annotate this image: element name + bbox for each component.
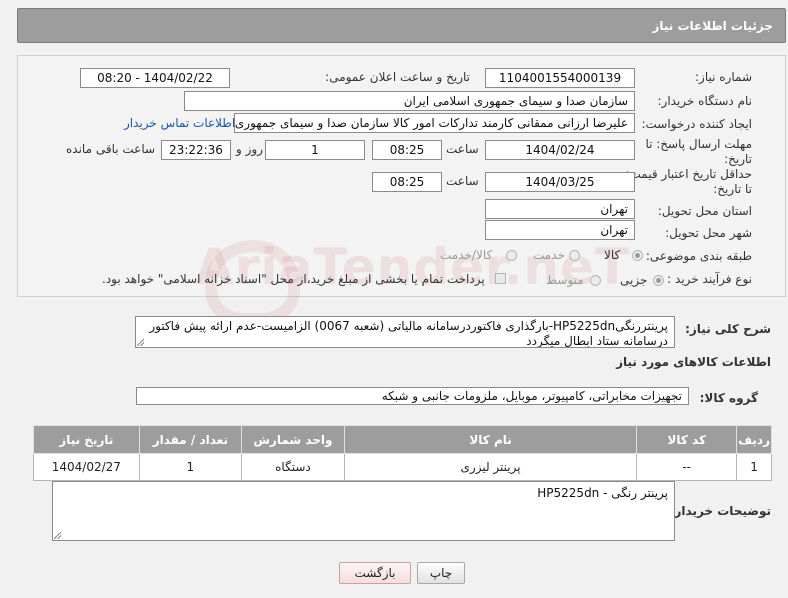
category-radio-goods-service[interactable] (506, 250, 517, 261)
description-label: شرح کلی نیاز: (685, 322, 771, 336)
category-radio-goods[interactable] (632, 250, 643, 261)
process-radio-minor[interactable] (653, 275, 664, 286)
col-need-date: تاریخ نیاز (33, 425, 140, 454)
cell-goods-name: پرینتر لیزری (343, 453, 638, 481)
goods-table-header: ردیف کد کالا نام کالا واحد شمارش تعداد /… (33, 425, 772, 454)
reply-deadline-time-field: 08:25 (372, 140, 442, 160)
treasury-payment-note: پرداخت تمام یا بخشی از مبلغ خرید،از محل … (102, 272, 485, 286)
col-unit: واحد شمارش (241, 425, 345, 454)
col-goods-code: کد کالا (636, 425, 738, 454)
price-validity-label: حداقل تاریخ اعتبار قیمت: (625, 167, 752, 181)
remaining-time-field: 23:22:36 (161, 140, 231, 160)
price-validity-time-field: 08:25 (372, 172, 442, 192)
print-button[interactable]: چاپ (417, 562, 465, 584)
cell-row-number: 1 (736, 453, 772, 481)
process-radio-medium[interactable] (590, 275, 601, 286)
province-field: تهران (485, 199, 635, 219)
process-label: نوع فرآیند خرید : (667, 272, 752, 286)
reply-deadline-time-label: ساعت (446, 142, 479, 156)
description-textarea[interactable]: پرینتررنگیHP5225dn-بارگذاری فاکتوردرساما… (135, 316, 675, 348)
announce-datetime-label: تاریخ و ساعت اعلان عمومی: (325, 70, 470, 84)
col-goods-name: نام کالا (343, 425, 638, 454)
buyer-notes-textarea[interactable]: پرینتر رنگی - HP5225dn (52, 481, 675, 541)
col-row-number: ردیف (736, 425, 772, 454)
buyer-notes-label: توضیحات خریدار: (669, 504, 771, 518)
need-number-field: 1104001554000139 (485, 68, 635, 88)
creator-field: علیرضا ارزانی ممقانی کارمند تدارکات امور… (234, 113, 635, 133)
remaining-time-label: ساعت باقی مانده (66, 142, 156, 156)
category-option-service: خدمت (533, 248, 565, 262)
goods-table: ردیف کد کالا نام کالا واحد شمارش تعداد /… (33, 425, 772, 481)
reply-deadline-label: مهلت ارسال پاسخ: تا (645, 137, 752, 151)
back-button[interactable]: بازگشت (339, 562, 411, 584)
need-number-label: شماره نیاز: (695, 70, 752, 84)
reply-deadline-date-field: 1404/02/24 (485, 140, 635, 160)
goods-group-label: گروه کالا: (699, 391, 758, 405)
cell-goods-code: -- (636, 453, 738, 481)
resize-grip-icon[interactable] (54, 532, 61, 539)
table-row: 1 -- پرینتر لیزری دستگاه 1 1404/02/27 (33, 453, 772, 481)
reply-deadline-label-date: تاریخ: (724, 152, 752, 166)
cell-quantity: 1 (138, 453, 243, 481)
resize-grip-icon[interactable] (137, 339, 144, 346)
treasury-payment-checkbox[interactable] (495, 273, 506, 284)
description-line-1: پرینتررنگیHP5225dn-بارگذاری فاکتوردرساما… (149, 319, 668, 333)
goods-group-field: تجهیزات مخابراتی، کامپیوتر، موبایل، ملزو… (136, 387, 689, 405)
buyer-notes-text: پرینتر رنگی - HP5225dn (537, 486, 668, 500)
remaining-days-field: 1 (265, 140, 365, 160)
page-title: جزئیات اطلاعات نیاز (17, 8, 786, 43)
price-validity-label-date: تا تاریخ: (713, 182, 752, 196)
buyer-contact-link[interactable]: اطلاعات تماس خریدار (124, 116, 235, 130)
category-label: طبقه بندی موضوعی: (645, 249, 752, 263)
days-label: روز و (236, 142, 263, 156)
process-option-minor: جزیی (620, 273, 648, 287)
price-validity-time-label: ساعت (446, 174, 479, 188)
category-option-goods-service: کالا/خدمت (440, 248, 493, 262)
price-validity-date-field: 1404/03/25 (485, 172, 635, 192)
process-option-medium: متوسط (546, 273, 584, 287)
province-label: استان محل تحویل: (657, 204, 752, 218)
goods-section-title: اطلاعات کالاهای مورد نیاز (616, 355, 771, 369)
city-field: تهران (485, 220, 635, 240)
buyer-org-field: سازمان صدا و سیمای جمهوری اسلامی ایران (184, 91, 635, 111)
category-radio-service[interactable] (569, 250, 580, 261)
description-line-2: درسامانه ستاد ابطال میگردد (526, 334, 668, 348)
buyer-org-label: نام دستگاه خریدار: (657, 94, 753, 108)
cell-unit: دستگاه (241, 453, 345, 481)
category-option-goods: کالا (604, 248, 621, 262)
city-label: شهر محل تحویل: (665, 226, 752, 240)
cell-need-date: 1404/02/27 (33, 453, 140, 481)
announce-datetime-field: 1404/02/22 - 08:20 (80, 68, 230, 88)
creator-label: ایجاد کننده درخواست: (641, 117, 752, 131)
col-quantity: تعداد / مقدار (138, 425, 243, 454)
